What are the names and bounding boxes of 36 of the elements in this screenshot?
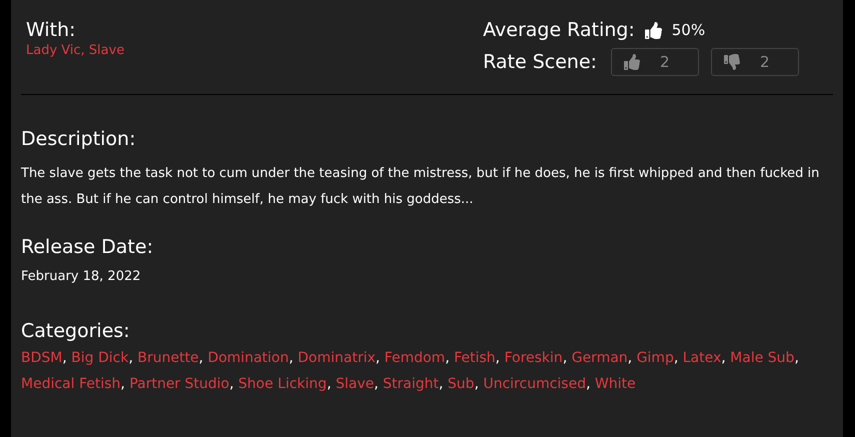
category-link[interactable]: Slave: [336, 376, 374, 392]
category-link[interactable]: German: [572, 350, 628, 366]
category-link[interactable]: BDSM: [21, 350, 62, 366]
category-link[interactable]: Femdom: [384, 350, 446, 366]
with-heading: With:: [26, 18, 77, 42]
description-text: The slave gets the task not to cum under the teasing of the mistress, but if he does, he is first whipped and then fucked in the ass. But if he can control himself, he may fuck with his goddess...: [21, 165, 820, 209]
average-rating-value: 50%: [672, 20, 706, 41]
thumbs-down-icon: [724, 54, 740, 70]
average-rating-label: Average Rating:: [483, 18, 635, 42]
category-link[interactable]: Partner Studio: [129, 376, 230, 392]
release-date: February 18, 2022: [21, 268, 142, 286]
category-link[interactable]: Shoe Licking: [238, 376, 327, 392]
category-link[interactable]: Big Dick: [71, 350, 129, 366]
like-button[interactable]: 2: [610, 48, 699, 76]
category-link[interactable]: Fetish: [454, 350, 496, 366]
thumbs-up-icon: [624, 54, 640, 70]
category-link[interactable]: Male Sub: [730, 350, 794, 366]
category-link[interactable]: Medical Fetish: [21, 376, 121, 392]
category-link[interactable]: Straight: [382, 376, 439, 392]
description-heading: Description:: [21, 127, 137, 152]
dislike-button[interactable]: 2: [710, 48, 799, 76]
categories-list: BDSM, Big Dick, Brunette, Domination, Dominatrix, Femdom, Fetish, Foreskin, German, Gimp, Latex, Male Sub, Medical Fetish, Partner Studio, Shoe Licking, Slave, Straight, Sub, Uncircumcised, White: [21, 345, 833, 397]
category-link[interactable]: Domination: [208, 350, 289, 366]
category-link[interactable]: Latex: [682, 350, 722, 366]
categories-heading: Categories:: [21, 319, 131, 344]
category-link[interactable]: Gimp: [636, 350, 674, 366]
category-link[interactable]: White: [594, 376, 636, 392]
thumbs-up-icon: [644, 22, 662, 38]
rate-scene-label: Rate Scene:: [483, 50, 597, 74]
release-date-heading: Release Date:: [21, 235, 154, 260]
performer-link[interactable]: Lady Vic, Slave: [26, 42, 124, 60]
category-link[interactable]: Uncircumcised: [483, 376, 586, 392]
category-link[interactable]: Foreskin: [504, 350, 563, 366]
category-link[interactable]: Brunette: [137, 350, 199, 366]
category-link[interactable]: Dominatrix: [298, 350, 376, 366]
category-link[interactable]: Sub: [448, 376, 474, 392]
